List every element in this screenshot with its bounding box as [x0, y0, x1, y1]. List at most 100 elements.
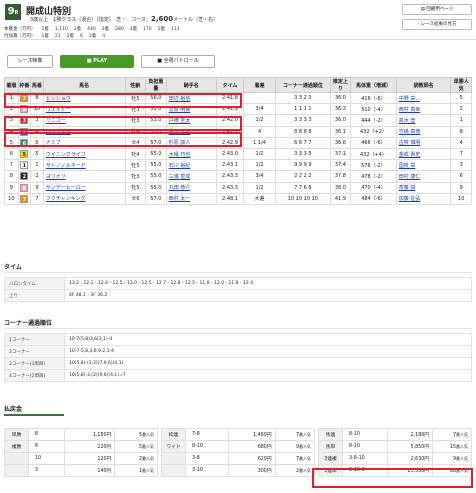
prize-value: 440	[87, 27, 96, 32]
corner-order: 10-7(5,8)3,6(2,1)-4	[64, 333, 472, 346]
payout-popularity: 2番人気	[114, 452, 158, 465]
corner-label: 2コーナー	[4, 345, 65, 358]
finish-position: 10	[4, 192, 19, 205]
payout-row: 3-8 620円 7番人気	[161, 452, 316, 465]
popularity: 6	[450, 170, 472, 183]
prize-value: 1,110	[54, 27, 68, 32]
column-header: 着順	[4, 77, 19, 93]
column-header: 負担重量	[145, 77, 167, 93]
popularity-unit: 番人気	[142, 443, 154, 449]
body-weight: 478（-2）	[350, 170, 397, 183]
trainer-link[interactable]: 金成 貴史	[399, 152, 421, 158]
horse-number: 7	[30, 192, 44, 205]
jockey-link[interactable]: 石川 裕紀	[169, 163, 191, 169]
agari-times: 4F 48.1 - 3F 36.2	[64, 289, 472, 302]
margin: 3/4	[243, 103, 277, 116]
last-3f: 38.0	[329, 181, 352, 194]
horse-name-link[interactable]: サトノノルネード	[46, 163, 86, 169]
prize-label: 本賞金（万円）	[4, 27, 36, 32]
jockey-link[interactable]: 木幡 巧也	[169, 152, 191, 158]
bet-type: 単勝	[4, 428, 29, 441]
horse-name-link[interactable]: ヨリナリ	[46, 174, 66, 180]
trainer-link[interactable]: 国枝 栄	[399, 163, 416, 169]
body-weight: 444（-2）	[350, 114, 397, 127]
payout-row: 複勝 8 220円 5番人気	[4, 440, 158, 453]
horse-name-link[interactable]: サンデーヒーロー	[46, 185, 86, 191]
horse-name-link[interactable]: フクチャンキング	[46, 196, 86, 202]
finish-time: 2:43.1	[215, 159, 245, 172]
margin: 1 1/4	[243, 136, 277, 149]
how-to-read-button[interactable]: › レース結果の見方	[402, 19, 472, 30]
trainer-link[interactable]: 西村 真幸	[399, 107, 421, 113]
prize-value: 280	[115, 27, 124, 32]
prize-value: 4	[102, 34, 106, 39]
column-header: 馬名	[42, 77, 126, 93]
trainer-link[interactable]: 竹嶋 真徳	[399, 129, 421, 135]
how-to-read-label: レース結果の見方	[420, 22, 457, 27]
column-header: タイム	[215, 77, 245, 93]
waku-cell: 2	[17, 170, 32, 183]
trainer-link[interactable]: 田村 康仁	[399, 174, 421, 180]
jockey-cell: 丸田 恭介	[165, 181, 217, 194]
corner-row: 3コーナー(1周目) 10(5,8)-(3,2)(7,9,6)(4,1)	[4, 357, 472, 370]
trainer-link[interactable]: 斎藤 誠	[399, 185, 416, 191]
payout-row: ワイド 8-10 680円 9番人気	[161, 440, 316, 453]
laps-table: ハロンタイム 13.2 - 12.1 - 12.4 - 12.5 - 13.0 -…	[4, 277, 472, 302]
trainer-link[interactable]: 古賀 慎明	[399, 140, 421, 146]
payout-amount: 5,850円	[387, 440, 434, 453]
highlight-box-3	[4, 132, 242, 147]
payout-amount: 1,150円	[63, 428, 116, 441]
horse-name-link[interactable]: ウイニングライブ	[46, 152, 86, 158]
jockey-link[interactable]: 丸田 恭介	[169, 185, 191, 191]
highlight-box-1	[4, 93, 242, 108]
horse-name-cell: サンデーヒーロー	[42, 181, 126, 194]
waku-cell: 1	[17, 159, 32, 172]
review-page-button[interactable]: ▤ 回顧用ページ	[402, 4, 472, 15]
bet-type	[4, 452, 29, 465]
trainer-link[interactable]: 中野 栄...	[399, 96, 420, 102]
jockey-link[interactable]: 三浦 皇成	[169, 174, 191, 180]
last-3f: 37.1	[329, 147, 352, 161]
combination: 8	[28, 440, 65, 453]
review-page-label: 回顧用ページ	[426, 7, 454, 12]
trainer-link[interactable]: 加藤 征弘	[399, 196, 421, 202]
prize-value: 4着	[129, 27, 138, 32]
margin	[243, 91, 277, 105]
sex-age: 牝4	[124, 147, 147, 161]
payout-amount: 120円	[63, 452, 116, 465]
margin: 1/2	[243, 147, 277, 161]
popularity: 9	[450, 181, 472, 194]
video-tabs: レース映像 ■ PLAY ■ 全周パトロール	[7, 55, 215, 68]
sex-age: 牡5	[124, 181, 147, 194]
payout-popularity: 5番人気	[114, 440, 158, 453]
combination: 10	[28, 452, 65, 465]
body-weight: 470（-4）	[350, 181, 397, 194]
payout-heading: 払戻金	[4, 406, 23, 413]
halon-times: 13.2 - 12.1 - 12.4 - 12.5 - 13.0 - 12.5 …	[64, 277, 472, 290]
patrol-label: 全周パトロール	[163, 58, 199, 64]
prize-label: 付加賞（万円）	[4, 34, 36, 39]
trainer-cell: 田村 康仁	[395, 170, 452, 183]
prize-row-extra: 付加賞（万円） 1着 21 2着 6 3着 4	[4, 33, 105, 39]
margin: 1/2	[243, 114, 277, 127]
race-video-button[interactable]: レース映像	[7, 55, 53, 68]
combination: 7-8	[184, 428, 230, 441]
play-button[interactable]: ■ PLAY	[60, 55, 134, 68]
corner-order: 10-7-5,8,3,6,9,2,1-4	[64, 345, 472, 358]
corner-row: 1コーナー 10-7(5,8)3,6(2,1)-4	[4, 333, 472, 346]
jockey-cell: 木幡 巧也	[165, 147, 217, 161]
column-header: 着差	[243, 77, 277, 93]
corner-positions: 1 1 1 1	[275, 103, 331, 116]
carried-weight: 57.0	[145, 192, 167, 205]
trainer-cell: 中野 栄...	[395, 91, 452, 105]
body-weight: 466（-6）	[350, 136, 397, 149]
last-3f: 36.0	[329, 91, 352, 105]
patrol-video-button[interactable]: ■ 全周パトロール	[141, 55, 215, 68]
trainer-cell: 金成 貴史	[395, 147, 452, 161]
trainer-link[interactable]: 高木 登	[399, 118, 416, 124]
popularity: 8	[450, 125, 472, 138]
popularity-unit: 番人気	[456, 455, 468, 461]
jockey-link[interactable]: 西村 太一	[169, 196, 191, 202]
payout-popularity: 2番人気	[274, 464, 316, 477]
body-weight: 576（-2）	[350, 159, 397, 172]
